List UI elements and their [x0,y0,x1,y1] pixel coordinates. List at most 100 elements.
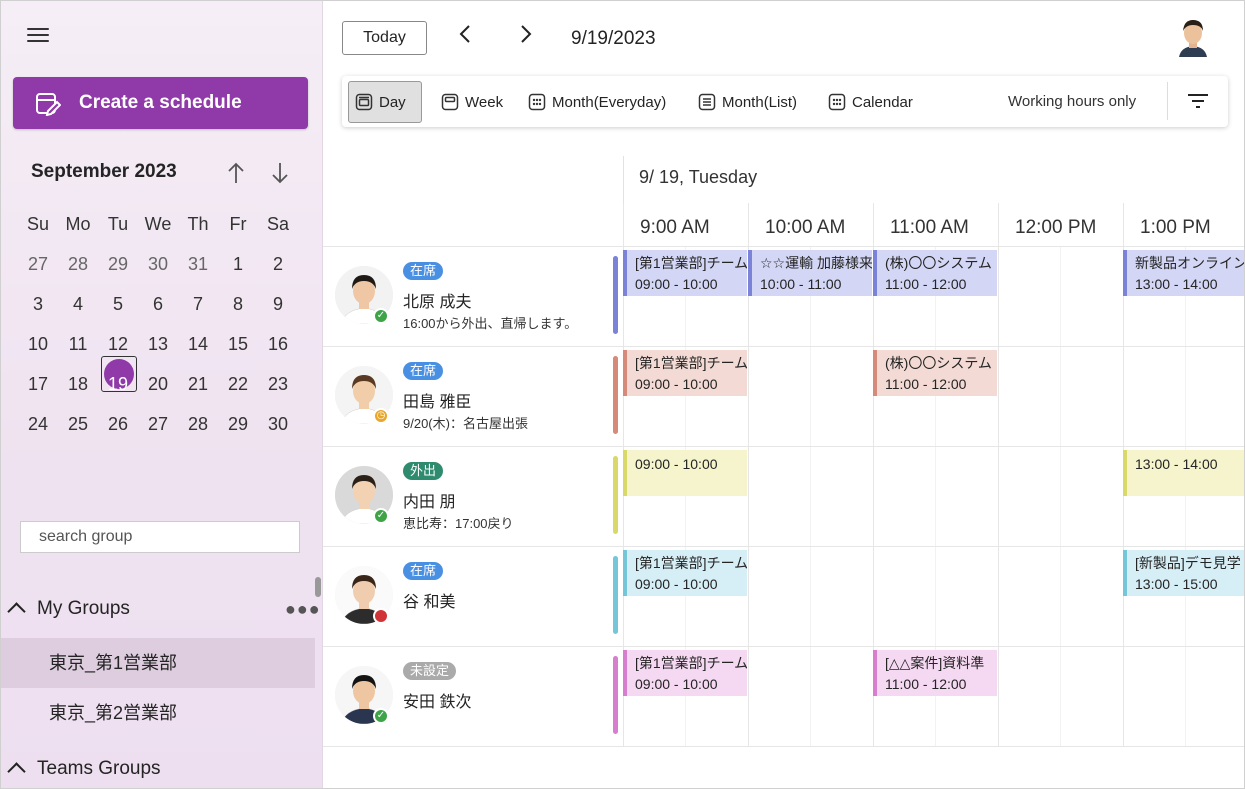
presence-available-icon: ✓ [373,708,389,724]
calendar-day[interactable]: 21 [178,374,218,395]
more-options-icon[interactable]: ●●● [285,599,321,620]
chevron-left-icon[interactable] [458,23,472,52]
my-groups-header[interactable]: My Groups [7,598,130,620]
person-name: 北原 成夫 [403,294,472,311]
create-schedule-button[interactable]: Create a schedule [13,77,308,129]
event-block[interactable]: (株)〇〇システム 11:00 - 12:00 [873,250,997,296]
calendar-day[interactable]: 14 [178,334,218,355]
calendar-day[interactable]: 1 [218,254,258,275]
calendar-day-number: 15 [227,333,249,354]
calendar-day-number: 27 [27,253,49,274]
status-badge: 在席 [403,362,444,380]
event-block[interactable]: 新製品オンライン 13:00 - 14:00 [1123,250,1244,296]
tab-calendar[interactable]: Calendar [822,81,919,123]
calendar-day[interactable]: 5 [98,294,138,315]
calendar-day[interactable]: 7 [178,294,218,315]
status-badge: 在席 [403,562,444,580]
filter-icon[interactable] [1187,92,1209,110]
today-button[interactable]: Today [342,21,427,55]
event-block[interactable]: [新製品]デモ見学 13:00 - 15:00 [1123,550,1244,596]
half-hour-gridline [1060,246,1061,746]
person-row: 在席谷 和美 [323,546,623,646]
view-toolbar: Day Week Month(Everyday) Month(List) Cal… [342,76,1228,127]
event-block[interactable]: ☆☆運輸 加藤様来 10:00 - 11:00 [748,250,872,296]
calendar-day[interactable]: 12 [98,334,138,355]
arrow-up-icon[interactable] [226,161,246,191]
calendar-day[interactable]: 30 [138,254,178,275]
calendar-day[interactable]: 27 [138,414,178,435]
calendar-day[interactable]: 26 [98,414,138,435]
event-block[interactable]: [△△案件]資料準 11:00 - 12:00 [873,650,997,696]
calendar-day[interactable]: 18 [58,374,98,395]
calendar-day-selected[interactable]: 19 [98,355,138,395]
status-badge: 未設定 [403,662,457,680]
group-item-tokyo-sales-2[interactable]: 東京_第2営業部 [1,688,315,738]
calendar-day-number: 21 [187,373,209,394]
event-title: [第1営業部]チーム [635,555,747,571]
tab-month-list[interactable]: Month(List) [692,81,803,123]
calendar-day[interactable]: 8 [218,294,258,315]
calendar-day[interactable]: 13 [138,334,178,355]
event-title: ☆☆運輸 加藤様来 [760,255,872,271]
calendar-day[interactable]: 20 [138,374,178,395]
event-block[interactable]: [第1営業部]チーム 09:00 - 10:00 [623,650,747,696]
presence-available-icon: ✓ [373,508,389,524]
calendar-day[interactable]: 24 [18,414,58,435]
event-time: 13:00 - 15:00 [1135,576,1218,592]
person-color-bar [613,556,618,634]
calendar-day[interactable]: 15 [218,334,258,355]
teams-groups-header[interactable]: Teams Groups [7,758,161,780]
calendar-day[interactable]: 28 [178,414,218,435]
calendar-day[interactable]: 29 [218,414,258,435]
calendar-day[interactable]: 30 [258,414,298,435]
user-avatar[interactable] [1177,17,1209,57]
event-block[interactable]: [第1営業部]チーム 09:00 - 10:00 [623,250,747,296]
tab-month-list-label: Month(List) [722,93,798,111]
my-groups-label: My Groups [37,598,130,619]
calendar-day[interactable]: 27 [18,254,58,275]
event-block[interactable]: (株)〇〇システム 11:00 - 12:00 [873,350,997,396]
hour-label: 9:00 AM [640,217,710,238]
calendar-day[interactable]: 28 [58,254,98,275]
calendar-day[interactable]: 2 [258,254,298,275]
calendar-day-number: 4 [72,293,83,314]
hamburger-menu-icon[interactable] [27,28,49,44]
chevron-up-icon [7,599,27,619]
calendar-day[interactable]: 9 [258,294,298,315]
tab-day[interactable]: Day [348,81,422,123]
calendar-day[interactable]: 4 [58,294,98,315]
list-view-icon [698,93,716,111]
tab-month-everyday[interactable]: Month(Everyday) [522,81,672,123]
group-item-tokyo-sales-1[interactable]: 東京_第1営業部 [1,638,315,688]
person-color-bar [613,356,618,434]
event-block[interactable]: 09:00 - 10:00 [623,450,747,496]
calendar-day-number: 1 [232,253,243,274]
tab-calendar-label: Calendar [852,93,913,111]
calendar-day-number: 29 [227,413,249,434]
sidebar-scrollbar[interactable] [315,577,321,597]
search-group-input[interactable] [20,521,300,553]
hour-label: 1:00 PM [1140,217,1211,238]
arrow-down-icon[interactable] [270,161,290,191]
event-time: 13:00 - 14:00 [1135,276,1218,292]
calendar-day[interactable]: 29 [98,254,138,275]
calendar-day[interactable]: 10 [18,334,58,355]
tab-week[interactable]: Week [435,81,509,123]
calendar-day[interactable]: 6 [138,294,178,315]
event-block[interactable]: [第1営業部]チーム 09:00 - 10:00 [623,550,747,596]
calendar-day[interactable]: 23 [258,374,298,395]
chevron-right-icon[interactable] [519,23,533,52]
calendar-day[interactable]: 22 [218,374,258,395]
event-block[interactable]: 13:00 - 14:00 [1123,450,1244,496]
calendar-day[interactable]: 3 [18,294,58,315]
calendar-day[interactable]: 31 [178,254,218,275]
working-hours-toggle[interactable]: Working hours only [1008,93,1136,110]
calendar-day[interactable]: 16 [258,334,298,355]
calendar-day-number: 28 [187,413,209,434]
calendar-day[interactable]: 11 [58,334,98,355]
calendar-day[interactable]: 25 [58,414,98,435]
status-badge: 外出 [403,462,444,480]
event-block[interactable]: [第1営業部]チーム 09:00 - 10:00 [623,350,747,396]
calendar-day-number: 11 [68,333,88,354]
calendar-day[interactable]: 17 [18,374,58,395]
